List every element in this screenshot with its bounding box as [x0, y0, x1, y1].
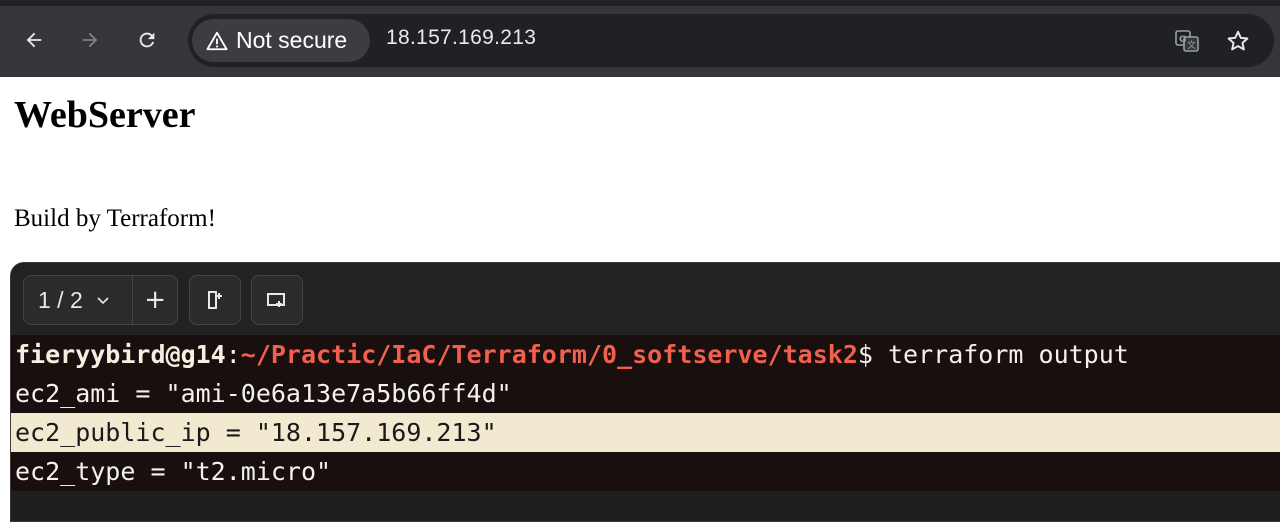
new-window-button[interactable]	[251, 275, 303, 325]
svg-text:文: 文	[1187, 39, 1196, 51]
tab-counter-label: 1 / 2	[38, 286, 83, 313]
chevron-down-icon	[97, 297, 109, 305]
back-arrow-icon	[26, 32, 42, 48]
security-chip[interactable]: Not secure	[192, 19, 370, 62]
prompt-line: fieryybird@g14:~/Practic/IaC/Terraform/0…	[11, 335, 1280, 374]
forward-arrow-icon	[82, 32, 98, 48]
prompt-separator: :	[225, 340, 241, 369]
warning-icon	[206, 31, 228, 50]
security-label: Not secure	[236, 27, 348, 53]
window-add-icon	[267, 293, 285, 307]
address-bar[interactable]: Not secure 18.157.169.213 G 文	[188, 14, 1274, 67]
prompt-symbol: $	[857, 340, 873, 369]
output-line: ec2_type = "t2.micro"	[15, 457, 332, 486]
bookmark-button[interactable]	[1221, 24, 1255, 58]
translate-icon: G 文	[1175, 30, 1199, 52]
page-heading: WebServer	[14, 94, 196, 136]
browser-toolbar: Not secure 18.157.169.213 G 文	[0, 0, 1280, 77]
output-line: ec2_ami = "ami-0e6a13e7a5b66ff4d"	[15, 379, 512, 408]
prompt-path: ~/Practic/IaC/Terraform/0_softserve/task…	[240, 340, 858, 369]
reload-button[interactable]	[129, 22, 165, 58]
url-text[interactable]: 18.157.169.213	[386, 26, 536, 50]
detach-tab-button[interactable]	[189, 275, 241, 325]
tab-strip	[0, 0, 1280, 6]
star-icon	[1227, 30, 1249, 51]
terminal-window: 1 / 2 + fieryybird@g14:~/Practic/IaC/Ter…	[10, 262, 1280, 522]
add-tab-button[interactable]: +	[133, 276, 177, 324]
terminal-output[interactable]: fieryybird@g14:~/Practic/IaC/Terraform/0…	[11, 335, 1280, 491]
page-text: Build by Terraform!	[14, 205, 216, 232]
prompt-user-host: fieryybird@g14	[15, 340, 226, 369]
tab-switcher[interactable]: 1 / 2	[24, 276, 134, 324]
tab-group: 1 / 2 +	[23, 275, 178, 325]
svg-text:G: G	[1179, 35, 1186, 45]
new-document-icon	[208, 291, 222, 309]
forward-button[interactable]	[72, 22, 108, 58]
reload-icon	[139, 32, 155, 48]
terminal-header: 1 / 2 +	[11, 263, 1280, 335]
back-button[interactable]	[16, 22, 52, 58]
output-line-highlighted: ec2_public_ip = "18.157.169.213"	[11, 413, 1280, 452]
add-tab-label: +	[144, 285, 167, 315]
prompt-command: terraform output	[872, 340, 1129, 369]
translate-button[interactable]: G 文	[1170, 24, 1204, 58]
